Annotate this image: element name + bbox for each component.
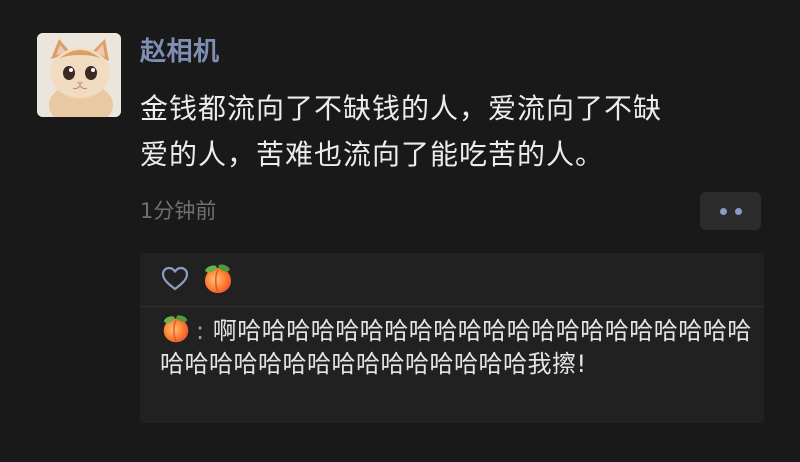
comment-text: 啊哈哈哈哈哈哈哈哈哈哈哈哈哈哈哈哈哈哈哈哈哈哈哈哈哈哈哈哈哈哈哈哈哈哈哈哈我擦! bbox=[160, 317, 752, 378]
likes-row bbox=[140, 253, 764, 307]
author-name[interactable]: 赵相机 bbox=[140, 34, 220, 70]
more-dot-icon bbox=[734, 207, 742, 215]
post-time: 1分钟前 bbox=[140, 199, 217, 223]
more-dot-icon bbox=[719, 207, 727, 215]
comment-separator: : bbox=[196, 317, 205, 345]
moment-post: 赵相机 金钱都流向了不缺钱的人，爱流向了不缺 爱的人，苦难也流向了能吃苦的人。 … bbox=[0, 0, 800, 462]
more-options-button[interactable] bbox=[700, 192, 761, 230]
peach-emoji-icon[interactable] bbox=[160, 313, 192, 345]
peach-emoji-icon[interactable] bbox=[201, 262, 235, 296]
heart-icon bbox=[161, 266, 189, 291]
avatar[interactable] bbox=[37, 33, 121, 117]
comment-item[interactable]: : 啊哈哈哈哈哈哈哈哈哈哈哈哈哈哈哈哈哈哈哈哈哈哈哈哈哈哈哈哈哈哈哈哈哈哈哈哈我… bbox=[160, 313, 755, 381]
cat-avatar-image bbox=[37, 33, 121, 117]
post-content: 金钱都流向了不缺钱的人，爱流向了不缺 爱的人，苦难也流向了能吃苦的人。 bbox=[140, 92, 663, 171]
likes-comments-panel: : 啊哈哈哈哈哈哈哈哈哈哈哈哈哈哈哈哈哈哈哈哈哈哈哈哈哈哈哈哈哈哈哈哈哈哈哈哈我… bbox=[140, 253, 764, 423]
